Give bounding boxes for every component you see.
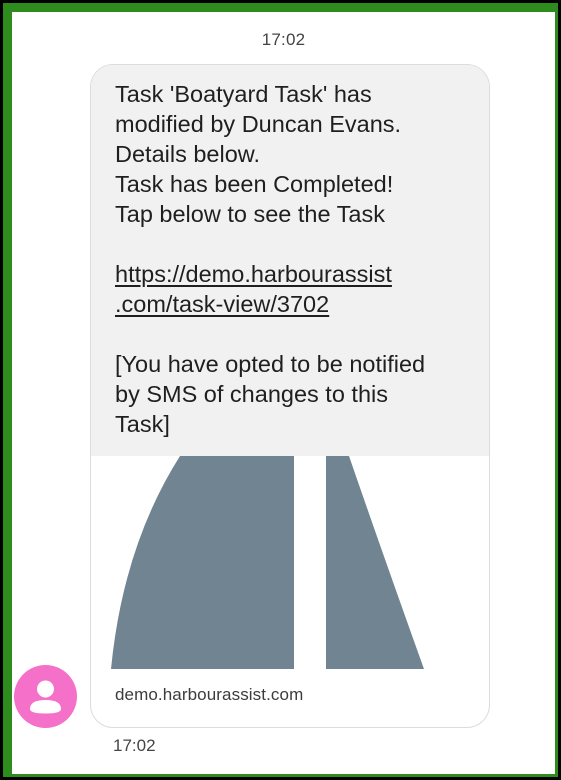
link-preview-image[interactable] xyxy=(91,456,489,669)
message-footer-line: by SMS of changes to this xyxy=(115,381,389,407)
message-line: Task has been Completed! xyxy=(115,171,394,197)
message-bubble[interactable]: Task 'Boatyard Task' has modified by Dun… xyxy=(91,65,489,727)
device-frame: 17:02 Task 'Boatyard Task' has modified … xyxy=(3,3,558,777)
message-line: Details below. xyxy=(115,141,260,167)
message-spacer xyxy=(115,229,465,259)
message-line: modified by Duncan Evans. xyxy=(115,111,402,137)
messages-screen: 17:02 Task 'Boatyard Task' has modified … xyxy=(12,12,555,774)
link-preview-domain[interactable]: demo.harbourassist.com xyxy=(115,685,303,705)
message-line: Tap below to see the Task xyxy=(115,201,385,227)
person-icon xyxy=(30,680,61,714)
message-timestamp-bottom: 17:02 xyxy=(113,736,156,755)
message-footer-line: [You have opted to be notified xyxy=(115,351,426,377)
message-spacer xyxy=(115,319,465,349)
road-icon xyxy=(111,456,424,669)
message-body: Task 'Boatyard Task' has modified by Dun… xyxy=(91,65,489,456)
road-right-shape xyxy=(326,456,424,669)
message-line: Task 'Boatyard Task' has xyxy=(115,81,372,107)
road-left-shape xyxy=(111,456,294,669)
message-timestamp-top: 17:02 xyxy=(261,30,306,49)
task-link[interactable]: https://demo.harbourassist xyxy=(115,259,465,289)
task-link[interactable]: .com/task-view/3702 xyxy=(115,289,465,319)
sender-avatar[interactable] xyxy=(14,665,77,728)
message-footer-line: Task] xyxy=(115,411,170,437)
